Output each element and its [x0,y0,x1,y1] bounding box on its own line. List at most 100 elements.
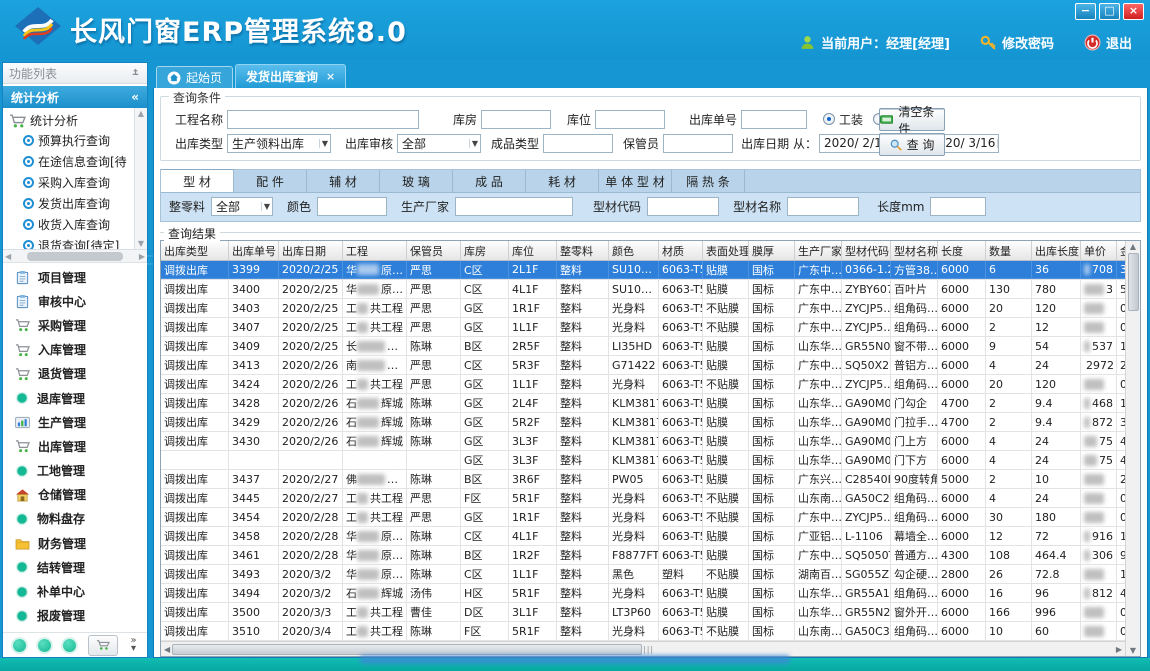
maximize-button[interactable]: □ [1099,3,1120,20]
column-header-库房[interactable]: 库房 [461,241,509,260]
table-horizontal-scrollbar[interactable]: ◀|||▶ [161,641,1125,656]
table-row-3403[interactable]: 调拨出库34032020/2/25工共工程严思G区1R1F整料光身料6063-T… [161,299,1125,318]
sidebar-item-退库管理[interactable]: 退库管理 [3,386,147,410]
maker-input[interactable] [455,197,573,216]
column-header-表面处理[interactable]: 表面处理 [703,241,749,260]
column-header-材质[interactable]: 材质 [659,241,703,260]
column-header-数量[interactable]: 数量 [986,241,1032,260]
profile-code-input[interactable] [647,197,719,216]
table-row-3461[interactable]: 调拨出库34612020/2/28华原…陈琳B区1R2F整料F8877FT606… [161,546,1125,565]
column-header-颜色[interactable]: 颜色 [609,241,659,260]
column-header-出库长度[interactable]: 出库长度 [1032,241,1081,260]
close-button[interactable]: × [1123,3,1144,20]
sidebar-item-退货管理[interactable]: 退货管理 [3,362,147,386]
sidebar-item-审核中心[interactable]: 审核中心 [3,289,147,313]
sidebar-item-结转管理[interactable]: 结转管理 [3,555,147,579]
outbound-type-select[interactable]: 生产领料出库▼ [227,134,331,153]
tree-item-6[interactable]: 退货查询[待定] [9,235,134,249]
dot-icon[interactable] [38,639,51,652]
search-button[interactable]: 查 询 [879,133,945,156]
table-row-blank[interactable]: G区3L3F整料KLM38176063-T5贴膜国标山东华…GA90M09.门下… [161,451,1125,470]
column-header-工程[interactable]: 工程 [343,241,407,260]
table-row-3399[interactable]: 调拨出库33992020/2/25华原…严思C区2L1F整料SU10…6063-… [161,261,1125,280]
sidebar-item-物料盘存[interactable]: 物料盘存 [3,507,147,531]
material-tab-型材[interactable]: 型 材 [161,169,234,192]
product-type-input[interactable] [543,134,613,153]
column-header-金[interactable]: 金 [1117,241,1125,260]
column-header-保管员[interactable]: 保管员 [407,241,461,260]
table-row-3437[interactable]: 调拨出库34372020/2/27佛…陈琳B区3R6F整料PW056063-T5… [161,470,1125,489]
audit-select[interactable]: 全部▼ [397,134,481,153]
project-name-input[interactable] [227,110,419,129]
sidebar-item-采购管理[interactable]: 采购管理 [3,313,147,337]
table-row-3409[interactable]: 调拨出库34092020/2/25长…陈琳B区2R5F整料LI35HD6063-… [161,337,1125,356]
material-tab-成品[interactable]: 成 品 [453,170,526,192]
logout-button[interactable]: 退出 [1084,33,1132,52]
sidebar-item-入库管理[interactable]: 入库管理 [3,338,147,362]
whole-part-select[interactable]: 全部▼ [211,197,273,216]
tree-item-5[interactable]: 收货入库查询 [9,214,134,235]
profile-name-input[interactable] [787,197,859,216]
table-row-3510[interactable]: 调拨出库35102020/3/4工共工程陈琳F区5R1F整料光身料6063-T5… [161,622,1125,641]
sidebar-item-生产管理[interactable]: 生产管理 [3,410,147,434]
tab-home[interactable]: 起始页 [156,66,233,88]
table-row-3493[interactable]: 调拨出库34932020/3/2华原…陈琳C区1L1F整料黑色塑料不贴膜国标湖南… [161,565,1125,584]
radio-gongzhuang[interactable]: 工装 [823,111,863,128]
clear-conditions-button[interactable]: 清空条件 [879,108,945,131]
more-buttons-chevron[interactable]: »▾ [130,637,136,653]
column-header-出库类型[interactable]: 出库类型 [161,241,229,260]
table-row-3424[interactable]: 调拨出库34242020/2/26工共工程严思G区1L1F整料光身料6063-T… [161,375,1125,394]
change-password-button[interactable]: 修改密码 [980,33,1054,52]
color-input[interactable] [317,197,387,216]
table-row-3500[interactable]: 调拨出库35002020/3/3工共工程曹佳D区3L1F整料LT3P606063… [161,603,1125,622]
table-row-3429[interactable]: 调拨出库34292020/2/26石辉城陈琳G区5R2F整料KLM3817606… [161,413,1125,432]
sidebar-item-仓储管理[interactable]: 仓储管理 [3,483,147,507]
tree-item-1[interactable]: 预算执行查询 [9,130,134,151]
sidebar-panel-header[interactable]: 统计分析 « [3,86,147,108]
table-row-3458[interactable]: 调拨出库34582020/2/28华原…陈琳C区4L1F整料光身料6063-T5… [161,527,1125,546]
column-header-整零料[interactable]: 整零料 [557,241,609,260]
footer-cart-button[interactable] [88,635,118,656]
material-tab-辅材[interactable]: 辅 材 [307,170,380,192]
keeper-input[interactable] [663,134,733,153]
column-header-型材代码[interactable]: 型材代码 [842,241,891,260]
table-row-3430[interactable]: 调拨出库34302020/2/26石辉城陈琳G区3L3F整料KLM3817606… [161,432,1125,451]
sidebar-item-报废管理[interactable]: 报废管理 [3,604,147,628]
material-tab-玻璃[interactable]: 玻 璃 [380,170,453,192]
slot-input[interactable] [595,110,665,129]
tree-horizontal-scrollbar[interactable]: ◀▶ [3,250,147,263]
tree-item-2[interactable]: 在途信息查询[待 [9,151,134,172]
table-row-3454[interactable]: 调拨出库34542020/2/28工共工程严思G区1R1F整料光身料6063-T… [161,508,1125,527]
length-input[interactable] [930,197,986,216]
minimize-button[interactable]: − [1075,3,1096,20]
column-header-单价[interactable]: 单价 [1081,241,1117,260]
table-row-3413[interactable]: 调拨出库34132020/2/26南…严思C区5R3F整料G714226063-… [161,356,1125,375]
tree-item-3[interactable]: 采购入库查询 [9,172,134,193]
sidebar-item-财务管理[interactable]: 财务管理 [3,531,147,555]
table-row-3428[interactable]: 调拨出库34282020/2/26石辉城陈琳G区2L4F整料KLM3817606… [161,394,1125,413]
collapse-icon[interactable]: « [131,90,139,104]
column-header-长度[interactable]: 长度 [938,241,986,260]
sidebar-item-工地管理[interactable]: 工地管理 [3,459,147,483]
column-header-库位[interactable]: 库位 [509,241,557,260]
material-tab-隔热条[interactable]: 隔 热 条 [672,170,745,192]
table-row-3445[interactable]: 调拨出库34452020/2/27工共工程严思F区5R1F整料光身料6063-T… [161,489,1125,508]
column-header-膜厚[interactable]: 膜厚 [749,241,795,260]
table-row-3407[interactable]: 调拨出库34072020/2/25工共工程严思G区1L1F整料光身料6063-T… [161,318,1125,337]
column-header-型材名称[interactable]: 型材名称 [891,241,938,260]
tree-root[interactable]: 统计分析 [9,111,134,130]
dot-icon[interactable] [63,639,76,652]
tree-item-4[interactable]: 发货出库查询 [9,193,134,214]
table-row-3494[interactable]: 调拨出库34942020/3/2石辉城汤伟H区5R1F整料光身料6063-T5贴… [161,584,1125,603]
table-vertical-scrollbar[interactable]: ▲▼ [1125,241,1140,656]
tab-shipment-outbound-query[interactable]: 发货出库查询 × [235,64,346,88]
tree-vertical-scrollbar[interactable]: ▲▼ [134,108,147,249]
sidebar-item-补单中心[interactable]: 补单中心 [3,579,147,603]
dot-icon[interactable] [13,639,26,652]
table-row-3400[interactable]: 调拨出库34002020/2/25华原…严思C区4L1F整料SU10…6063-… [161,280,1125,299]
outbound-no-input[interactable] [741,110,807,129]
column-header-出库日期[interactable]: 出库日期 [279,241,343,260]
tab-close-icon[interactable]: × [326,70,335,83]
sidebar-item-出库管理[interactable]: 出库管理 [3,434,147,458]
pin-icon[interactable] [130,68,141,79]
